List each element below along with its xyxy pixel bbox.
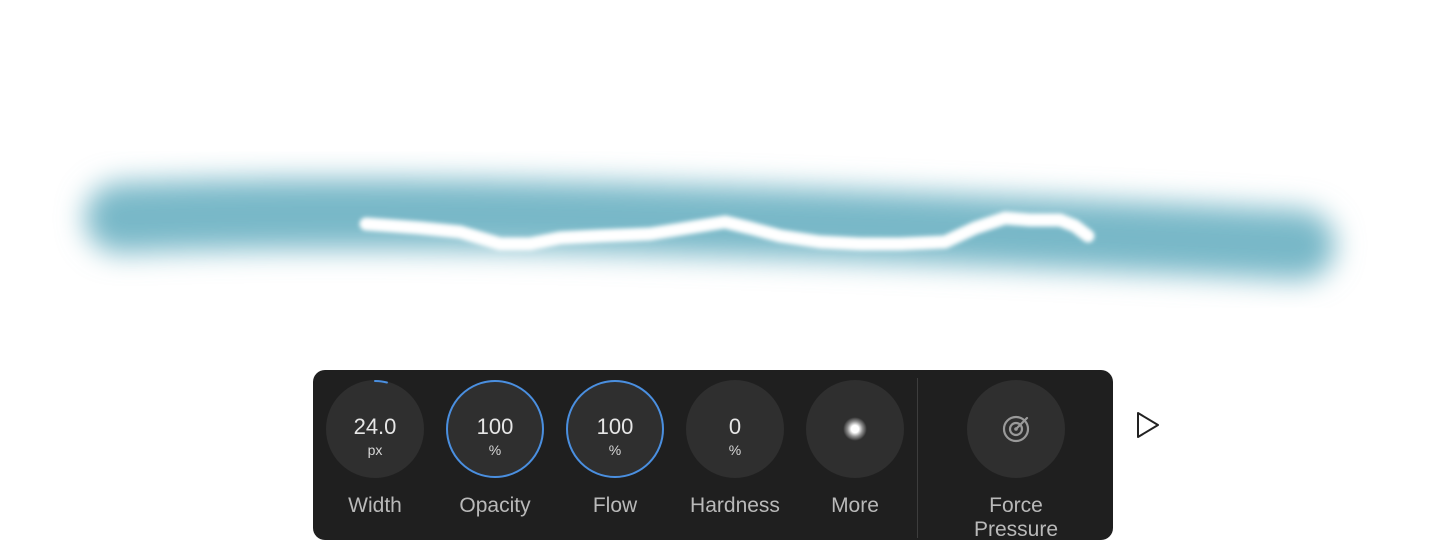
flow-unit: %	[608, 442, 622, 458]
force-pressure-label: Force Pressure	[973, 494, 1059, 541]
flow-label: Flow	[592, 494, 638, 517]
width-unit: px	[367, 442, 383, 458]
hardness-value: 0	[728, 414, 742, 439]
force-pressure-icon	[1002, 415, 1030, 443]
brush-tip-preview-icon	[843, 417, 867, 441]
flow-value: 100	[596, 414, 634, 439]
more-label: More	[831, 494, 879, 517]
hardness-label: Hardness	[690, 494, 780, 517]
toolbar-divider	[917, 378, 918, 538]
opacity-control[interactable]: 100 %	[446, 380, 544, 478]
opacity-unit: %	[488, 442, 502, 458]
brush-settings-toolbar: 24.0 px Width 100 % Opacity 100 % Flow 0…	[313, 370, 1113, 541]
hardness-control[interactable]: 0 %	[686, 380, 784, 478]
width-value: 24.0	[353, 414, 397, 439]
more-button[interactable]	[806, 380, 904, 478]
drawing-canvas[interactable]: 24.0 px Width 100 % Opacity 100 % Flow 0…	[0, 0, 1435, 541]
width-label: Width	[348, 494, 402, 517]
width-control[interactable]: 24.0 px	[326, 380, 424, 478]
hardness-unit: %	[728, 442, 742, 458]
play-triangle-icon[interactable]	[1128, 404, 1168, 446]
flow-control[interactable]: 100 %	[566, 380, 664, 478]
opacity-value: 100	[476, 414, 514, 439]
force-pressure-button[interactable]	[967, 380, 1065, 478]
brush-stroke-preview	[85, 178, 1335, 280]
opacity-label: Opacity	[459, 494, 531, 517]
